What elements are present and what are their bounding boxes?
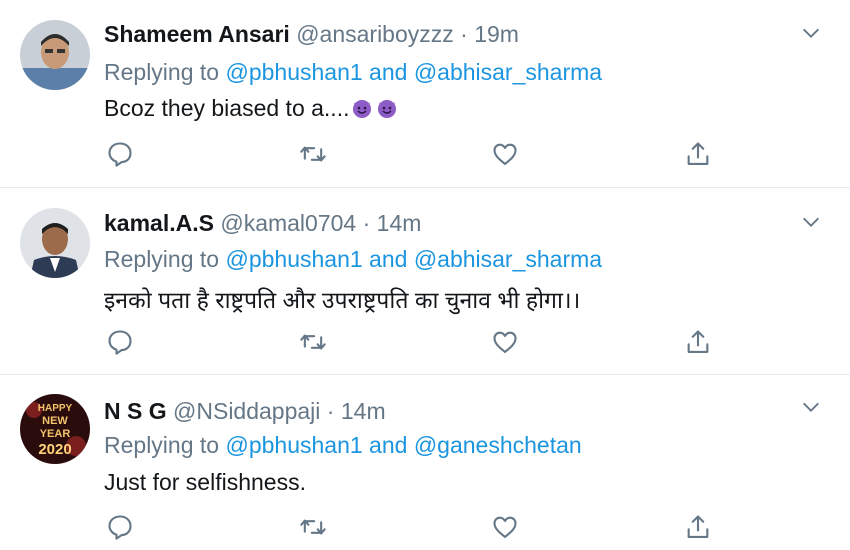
tweet-text-content: Bcoz they biased to a.... [104, 95, 350, 121]
avatar-new-year-image: HAPPY NEW YEAR 2020 [20, 394, 90, 464]
separator: · [326, 398, 335, 424]
user-handle[interactable]: @ansariboyzzz [296, 21, 454, 47]
mention-link[interactable]: @pbhushan1 [225, 59, 362, 85]
tweet-header: kamal.A.S @kamal0704 · 14m [104, 210, 421, 237]
chevron-down-icon[interactable] [800, 211, 822, 233]
reply-icon[interactable] [106, 140, 134, 168]
replying-to: Replying to @pbhushan1 and @abhisar_shar… [104, 59, 602, 86]
avatar-photo [20, 208, 90, 278]
like-icon[interactable] [491, 140, 519, 168]
avatar-photo [20, 20, 90, 90]
tweet-actions [104, 328, 724, 358]
display-name[interactable]: kamal.A.S [104, 210, 214, 236]
tweet-actions [104, 140, 724, 170]
replying-prefix: Replying to [104, 432, 220, 458]
reply-icon[interactable] [106, 513, 134, 541]
retweet-icon[interactable] [299, 328, 327, 356]
retweet-icon[interactable] [299, 140, 327, 168]
user-handle[interactable]: @NSiddappaji [173, 398, 320, 424]
separator: · [362, 210, 371, 236]
tweet-1[interactable]: Shameem Ansari @ansariboyzzz · 19m Reply… [0, 0, 850, 188]
and-link[interactable]: and [369, 246, 407, 272]
tweet-text: Bcoz they biased to a.... [104, 95, 399, 122]
reply-icon[interactable] [106, 328, 134, 356]
mention-link[interactable]: @abhisar_sharma [414, 246, 602, 272]
chevron-down-icon[interactable] [800, 22, 822, 44]
display-name[interactable]: N S G [104, 398, 167, 424]
mention-link[interactable]: @pbhushan1 [225, 246, 362, 272]
replying-to: Replying to @pbhushan1 and @ganeshchetan [104, 432, 582, 459]
share-icon[interactable] [684, 513, 712, 541]
svg-text:HAPPY: HAPPY [38, 403, 73, 414]
timestamp[interactable]: 14m [377, 210, 422, 236]
tweet-3[interactable]: HAPPY NEW YEAR 2020 N S G @NSiddappaji ·… [0, 376, 850, 550]
share-icon[interactable] [684, 140, 712, 168]
replying-prefix: Replying to [104, 59, 220, 85]
separator: · [460, 21, 468, 47]
avatar[interactable] [20, 20, 90, 90]
share-icon[interactable] [684, 328, 712, 356]
svg-text:NEW: NEW [42, 415, 68, 427]
avatar[interactable] [20, 208, 90, 278]
replying-to: Replying to @pbhushan1 and @abhisar_shar… [104, 246, 602, 273]
replying-prefix: Replying to [104, 246, 220, 272]
mention-link[interactable]: @abhisar_sharma [414, 59, 602, 85]
timestamp[interactable]: 14m [341, 398, 386, 424]
smiling-devil-emoji-icon [378, 100, 397, 118]
mention-link[interactable]: @pbhushan1 [225, 432, 362, 458]
retweet-icon[interactable] [299, 513, 327, 541]
tweet-2[interactable]: kamal.A.S @kamal0704 · 14m Replying to @… [0, 189, 850, 375]
and-link[interactable]: and [369, 432, 407, 458]
avatar[interactable]: HAPPY NEW YEAR 2020 [20, 394, 90, 464]
smiling-devil-emoji-icon [353, 100, 372, 118]
svg-text:2020: 2020 [38, 441, 71, 458]
timestamp[interactable]: 19m [474, 21, 519, 47]
tweet-text: इनको पता है राष्ट्रपति और उपराष्ट्रपति क… [104, 287, 581, 313]
user-handle[interactable]: @kamal0704 [220, 210, 356, 236]
tweet-header: N S G @NSiddappaji · 14m [104, 398, 386, 425]
and-link[interactable]: and [369, 59, 407, 85]
like-icon[interactable] [491, 328, 519, 356]
display-name[interactable]: Shameem Ansari [104, 21, 290, 47]
tweet-header: Shameem Ansari @ansariboyzzz · 19m [104, 21, 519, 48]
chevron-down-icon[interactable] [800, 396, 822, 418]
like-icon[interactable] [491, 513, 519, 541]
svg-text:YEAR: YEAR [40, 428, 71, 440]
tweet-actions [104, 513, 724, 543]
tweet-text: Just for selfishness. [104, 469, 306, 495]
mention-link[interactable]: @ganeshchetan [414, 432, 582, 458]
